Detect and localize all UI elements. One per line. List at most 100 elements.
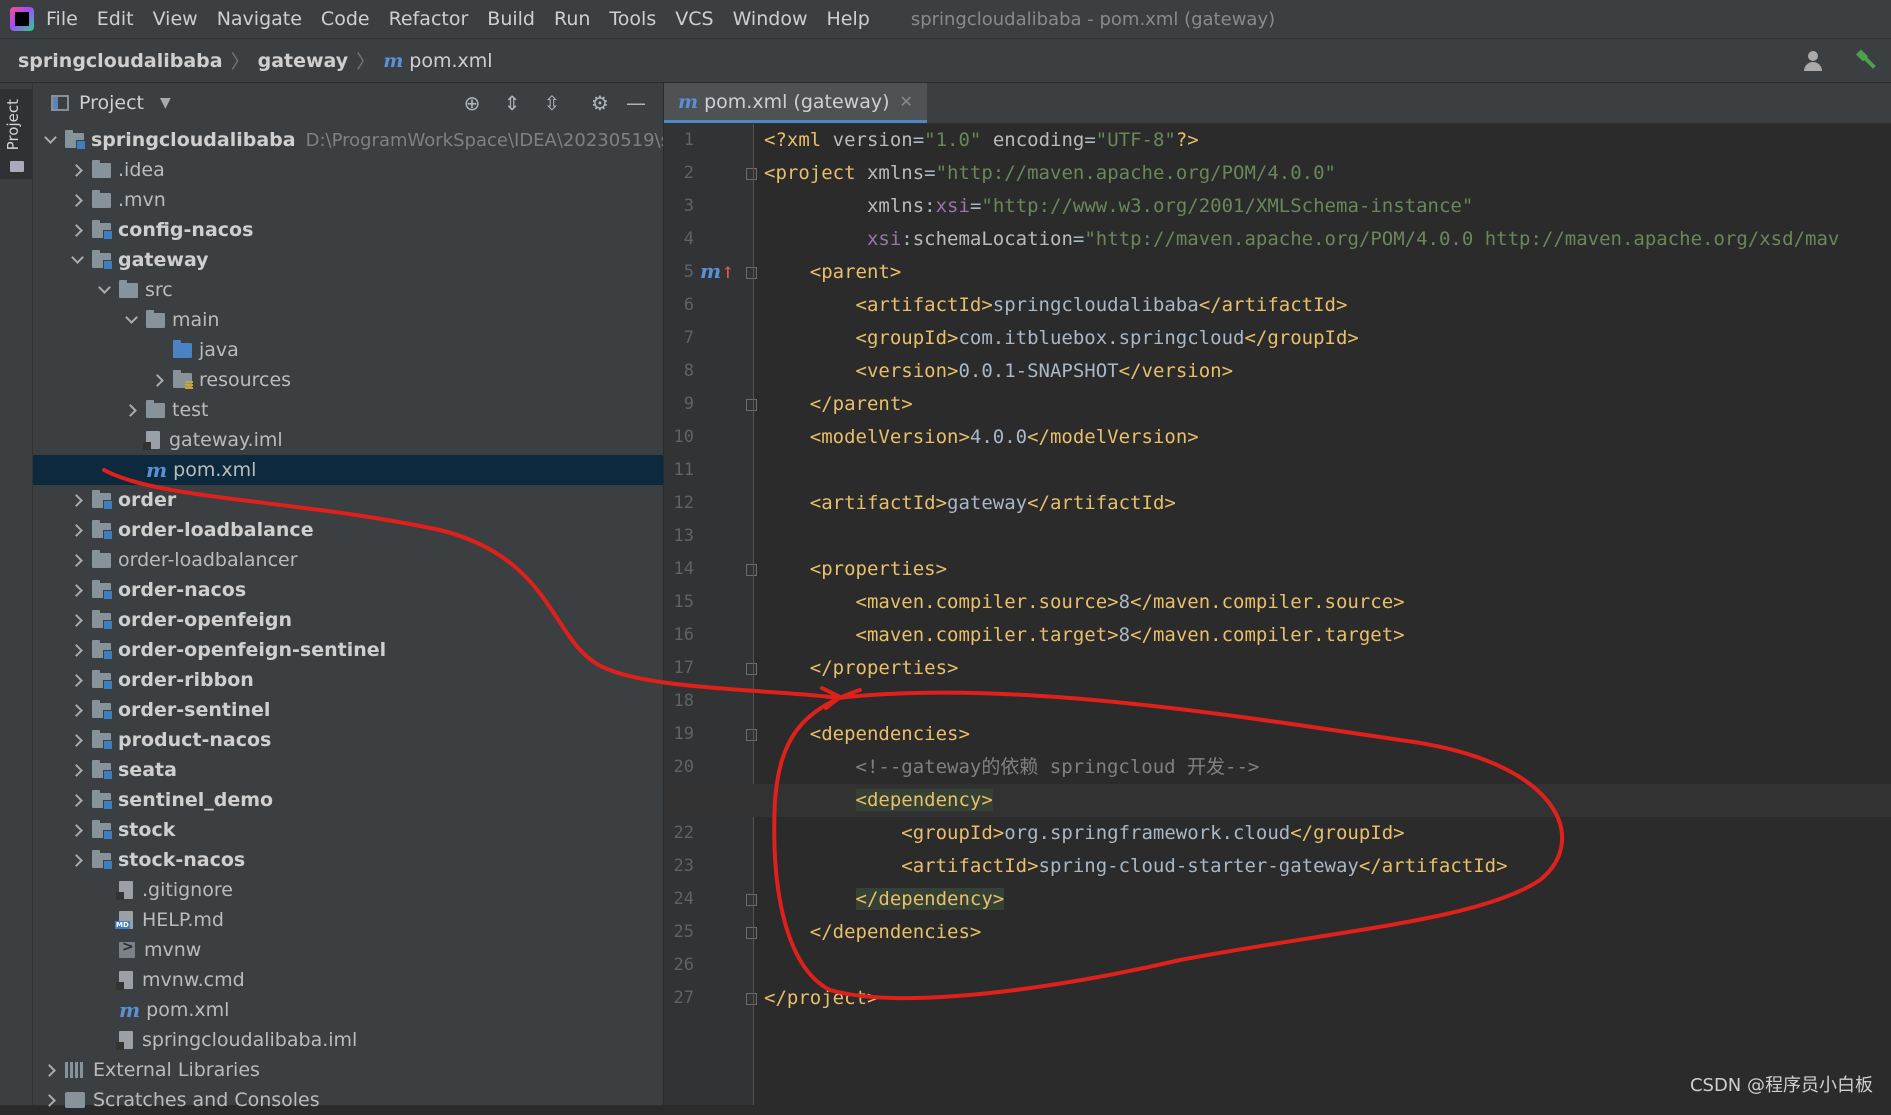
chevron-right-icon[interactable] — [151, 373, 165, 387]
fold-marker-icon[interactable] — [746, 168, 757, 180]
menu-navigate[interactable]: Navigate — [217, 8, 302, 30]
menu-vcs[interactable]: VCS — [675, 8, 713, 30]
gear-icon[interactable]: ⚙ — [589, 92, 611, 114]
tree-item[interactable]: resources — [33, 365, 663, 395]
chevron-right-icon[interactable] — [70, 583, 84, 597]
tree-item[interactable]: External Libraries — [33, 1055, 663, 1085]
code-line[interactable]: <artifactId>springcloudalibaba</artifact… — [764, 289, 1348, 322]
fold-marker-icon[interactable] — [746, 927, 757, 939]
tree-item[interactable]: order-openfeign-sentinel — [33, 635, 663, 665]
menu-help[interactable]: Help — [826, 8, 869, 30]
code-line[interactable]: <dependency> — [664, 784, 1891, 817]
chevron-right-icon[interactable] — [70, 613, 84, 627]
fold-marker-icon[interactable] — [746, 663, 757, 675]
code-line[interactable]: </dependencies> — [764, 916, 982, 949]
code-line[interactable]: <modelVersion>4.0.0</modelVersion> — [764, 421, 1199, 454]
chevron-right-icon[interactable] — [70, 493, 84, 507]
menu-code[interactable]: Code — [321, 8, 370, 30]
fold-marker-icon[interactable] — [746, 729, 757, 741]
chevron-right-icon[interactable] — [70, 733, 84, 747]
tree-item[interactable]: springcloudalibaba.iml — [33, 1025, 663, 1055]
tree-item[interactable]: test — [33, 395, 663, 425]
tree-item[interactable]: order-loadbalance — [33, 515, 663, 545]
chevron-right-icon[interactable] — [43, 1063, 57, 1077]
menu-refactor[interactable]: Refactor — [389, 8, 469, 30]
code-line[interactable]: <!--gateway的依赖 springcloud 开发--> — [764, 751, 1260, 784]
tree-item[interactable]: springcloudalibaba D:\ProgramWorkSpace\ID… — [33, 125, 663, 155]
menu-view[interactable]: View — [153, 8, 198, 30]
tree-item[interactable]: gateway.iml — [33, 425, 663, 455]
project-panel-title[interactable]: Project — [79, 92, 144, 114]
chevron-down-icon[interactable] — [124, 313, 138, 327]
tree-item[interactable]: mvnw.cmd — [33, 965, 663, 995]
menu-window[interactable]: Window — [733, 8, 808, 30]
chevron-right-icon[interactable] — [70, 553, 84, 567]
tree-item[interactable]: src — [33, 275, 663, 305]
breadcrumb-project[interactable]: springcloudalibaba — [18, 50, 223, 72]
chevron-right-icon[interactable] — [70, 673, 84, 687]
menu-run[interactable]: Run — [554, 8, 590, 30]
code-line[interactable]: <project xmlns="http://maven.apache.org/… — [764, 157, 1336, 190]
maven-parent-gutter-icon[interactable]: m↑ — [700, 259, 735, 283]
tree-item[interactable]: order-sentinel — [33, 695, 663, 725]
tree-item[interactable]: order-nacos — [33, 575, 663, 605]
chevron-right-icon[interactable] — [70, 193, 84, 207]
build-hammer-icon[interactable] — [1855, 50, 1877, 72]
code-line[interactable]: <groupId>org.springframework.cloud</grou… — [764, 817, 1404, 850]
fold-marker-icon[interactable] — [746, 993, 757, 1005]
tree-item[interactable]: order — [33, 485, 663, 515]
tree-item[interactable]: order-loadbalancer — [33, 545, 663, 575]
locate-target-icon[interactable]: ⊕ — [461, 92, 483, 114]
tree-item[interactable]: Scratches and Consoles — [33, 1085, 663, 1115]
code-line[interactable]: <dependencies> — [764, 718, 970, 751]
breadcrumb-file[interactable]: pom.xml — [409, 50, 492, 72]
tree-item[interactable]: stock-nacos — [33, 845, 663, 875]
tree-item[interactable]: order-openfeign — [33, 605, 663, 635]
tree-item[interactable]: m pom.xml — [33, 455, 663, 485]
chevron-right-icon[interactable] — [70, 523, 84, 537]
chevron-down-icon[interactable] — [43, 133, 57, 147]
menu-edit[interactable]: Edit — [97, 8, 134, 30]
code-line[interactable]: <version>0.0.1-SNAPSHOT</version> — [764, 355, 1234, 388]
breadcrumb-module[interactable]: gateway — [258, 50, 349, 72]
menu-file[interactable]: File — [46, 8, 78, 30]
chevron-right-icon[interactable] — [70, 643, 84, 657]
chevron-right-icon[interactable] — [70, 823, 84, 837]
code-line[interactable]: <groupId>com.itbluebox.springcloud</grou… — [764, 322, 1359, 355]
tree-item[interactable]: main — [33, 305, 663, 335]
code-line[interactable]: </parent> — [764, 388, 913, 421]
menu-tools[interactable]: Tools — [609, 8, 656, 30]
chevron-right-icon[interactable] — [124, 403, 138, 417]
menu-build[interactable]: Build — [487, 8, 535, 30]
tree-item[interactable]: seata — [33, 755, 663, 785]
chevron-right-icon[interactable] — [70, 703, 84, 717]
code-line[interactable]: <parent> — [764, 256, 902, 289]
fold-marker-icon[interactable] — [746, 894, 757, 906]
user-icon[interactable] — [1803, 50, 1825, 72]
tree-item[interactable]: stock — [33, 815, 663, 845]
chevron-right-icon[interactable] — [70, 853, 84, 867]
code-line[interactable]: <?xml version="1.0" encoding="UTF-8"?> — [764, 124, 1199, 157]
code-line[interactable]: <properties> — [764, 553, 947, 586]
code-line[interactable]: xmlns:xsi="http://www.w3.org/2001/XMLSch… — [764, 190, 1473, 223]
chevron-right-icon[interactable] — [70, 163, 84, 177]
close-icon[interactable]: ✕ — [900, 92, 913, 111]
expand-all-icon[interactable]: ⇕ — [501, 92, 523, 114]
code-line[interactable]: <maven.compiler.target>8</maven.compiler… — [764, 619, 1405, 652]
fold-marker-icon[interactable] — [746, 399, 757, 411]
code-line[interactable]: </properties> — [764, 652, 959, 685]
chevron-right-icon[interactable] — [70, 763, 84, 777]
tree-item[interactable]: mvnw — [33, 935, 663, 965]
tree-item[interactable]: .gitignore — [33, 875, 663, 905]
tree-item[interactable]: HELP.md — [33, 905, 663, 935]
code-line[interactable]: </project> — [764, 982, 878, 1015]
code-line[interactable]: <artifactId>spring-cloud-starter-gateway… — [764, 850, 1507, 883]
tree-item[interactable]: java — [33, 335, 663, 365]
code-line[interactable]: xsi:schemaLocation="http://maven.apache.… — [764, 223, 1839, 256]
tree-item[interactable]: .mvn — [33, 185, 663, 215]
tree-item[interactable]: sentinel_demo — [33, 785, 663, 815]
tree-item[interactable]: config-nacos — [33, 215, 663, 245]
tab-pom-xml[interactable]: m pom.xml (gateway) ✕ — [664, 83, 927, 123]
tree-item[interactable]: m pom.xml — [33, 995, 663, 1025]
tree-item[interactable]: .idea — [33, 155, 663, 185]
